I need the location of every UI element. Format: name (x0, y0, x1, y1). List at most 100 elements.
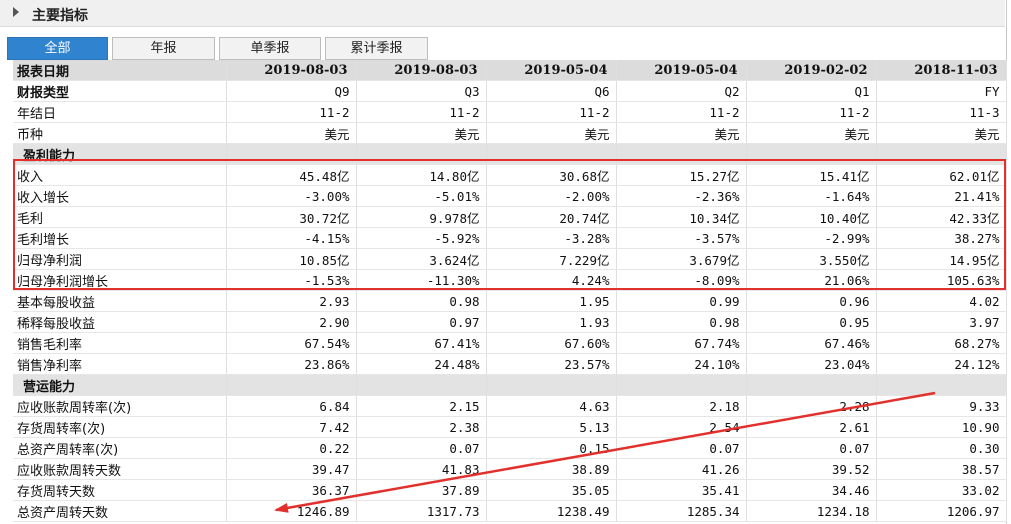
tab-single-quarter[interactable]: 单季报 (219, 37, 321, 60)
table-cell: 2.90 (226, 311, 357, 333)
table-cell: 3.679亿 (616, 248, 747, 270)
table-cell: 0.30 (876, 437, 1007, 459)
table-cell: 6.84 (226, 395, 357, 417)
table-cell: 1285.34 (616, 500, 747, 522)
row-label: 总资产周转率(次) (13, 437, 227, 459)
header-date[interactable]: 2019-08-03 (226, 60, 357, 81)
table-cell (226, 374, 357, 396)
table-cell: -8.09% (616, 269, 747, 291)
table-cell: 美元 (616, 122, 747, 144)
table-cell: 14.95亿 (876, 248, 1007, 270)
row-label: 收入 (13, 164, 227, 186)
table-cell: 1.95 (486, 290, 617, 312)
expand-triangle-icon[interactable] (13, 7, 19, 17)
table-cell (746, 374, 877, 396)
header-date[interactable]: 2018-11-03 (876, 60, 1007, 81)
indicator-table: 报表日期 2019-08-03 2019-08-03 2019-05-04 20… (13, 60, 1007, 522)
table-cell: 4.63 (486, 395, 617, 417)
tab-annual[interactable]: 年报 (112, 37, 215, 60)
table-cell: 24.12% (876, 353, 1007, 375)
header-date[interactable]: 2019-05-04 (486, 60, 617, 81)
table-cell: 67.41% (356, 332, 487, 354)
row-label: 存货周转率(次) (13, 416, 227, 438)
table-cell: Q9 (226, 80, 357, 102)
table-cell: 24.10% (616, 353, 747, 375)
table-cell: 0.98 (356, 290, 487, 312)
row-label: 应收账款周转率(次) (13, 395, 227, 417)
table-cell: 4.02 (876, 290, 1007, 312)
table-cell: 10.40亿 (746, 206, 877, 228)
table-body: 财报类型 Q9 Q3 Q6 Q2 Q1 FY 年结日 11-2 11-2 11-2 11-2 11-2 1… (13, 80, 1007, 522)
table-cell: 2.93 (226, 290, 357, 312)
table-cell: 0.15 (486, 437, 617, 459)
row-label: 年结日 (13, 101, 227, 123)
table-cell: 3.97 (876, 311, 1007, 333)
table-cell: 23.86% (226, 353, 357, 375)
row-label: 毛利 (13, 206, 227, 228)
row-label: 总资产周转天数 (13, 500, 227, 522)
row-label: 稀释每股收益 (13, 311, 227, 333)
table-cell: 21.06% (746, 269, 877, 291)
table-cell: 2.54 (616, 416, 747, 438)
section-header-main-indicators[interactable]: 主要指标 (0, 0, 1005, 27)
table-cell: 美元 (356, 122, 487, 144)
table-cell: 10.34亿 (616, 206, 747, 228)
table-cell: 41.26 (616, 458, 747, 480)
table-cell: 15.41亿 (746, 164, 877, 186)
table-cell: 45.48亿 (226, 164, 357, 186)
row-label: 基本每股收益 (13, 290, 227, 312)
table-cell: 美元 (746, 122, 877, 144)
table-cell: 14.80亿 (356, 164, 487, 186)
table-cell: 38.27% (876, 227, 1007, 249)
table-cell: 20.74亿 (486, 206, 617, 228)
table-cell: FY (876, 80, 1007, 102)
table-cell: -5.92% (356, 227, 487, 249)
table-row: 销售毛利率 67.54% 67.41% 67.60% 67.74% 67.46% 68.27… (13, 332, 1007, 354)
table-cell: 67.46% (746, 332, 877, 354)
table-cell: 39.52 (746, 458, 877, 480)
row-label: 币种 (13, 122, 227, 144)
table-row: 应收账款周转天数 39.47 41.83 38.89 41.26 39.52 38.57 (13, 458, 1007, 480)
header-date[interactable]: 2019-02-02 (746, 60, 877, 81)
table-cell (616, 374, 747, 396)
row-label: 应收账款周转天数 (13, 458, 227, 480)
table-row: 毛利增长 -4.15% -5.92% -3.28% -3.57% -2.99% 38.27% (13, 227, 1007, 249)
table-cell: 36.37 (226, 479, 357, 501)
table-cell: 11-2 (226, 101, 357, 123)
table-cell: -2.00% (486, 185, 617, 207)
table-cell: Q2 (616, 80, 747, 102)
table-cell: 美元 (486, 122, 617, 144)
table-cell: 0.07 (356, 437, 487, 459)
table-cell: 11-2 (356, 101, 487, 123)
table-row: 归母净利润增长 -1.53% -11.30% 4.24% -8.09% 21.06% 105… (13, 269, 1007, 291)
table-cell: -2.99% (746, 227, 877, 249)
table-row: 币种 美元 美元 美元 美元 美元 美元 (13, 122, 1007, 144)
table-cell: -4.15% (226, 227, 357, 249)
table-cell: -3.57% (616, 227, 747, 249)
header-label: 报表日期 (13, 60, 227, 81)
indicator-table-wrap: 报表日期 2019-08-03 2019-08-03 2019-05-04 20… (13, 60, 1007, 522)
table-row: 毛利 30.72亿 9.978亿 20.74亿 10.34亿 10.40亿 42.33亿 (13, 206, 1007, 228)
table-cell: 美元 (226, 122, 357, 144)
table-cell: 4.24% (486, 269, 617, 291)
table-cell: 美元 (876, 122, 1007, 144)
table-row: 总资产周转率(次) 0.22 0.07 0.15 0.07 0.07 0.30 (13, 437, 1007, 459)
table-cell: 3.550亿 (746, 248, 877, 270)
table-cell: 42.33亿 (876, 206, 1007, 228)
table-cell: 0.07 (746, 437, 877, 459)
table-cell: 1234.18 (746, 500, 877, 522)
table-row: 存货周转天数 36.37 37.89 35.05 35.41 34.46 33.02 (13, 479, 1007, 501)
table-cell (876, 374, 1007, 396)
table-cell: 1206.97 (876, 500, 1007, 522)
row-label: 归母净利润增长 (13, 269, 227, 291)
header-date[interactable]: 2019-05-04 (616, 60, 747, 81)
tab-cumulative-quarter[interactable]: 累计季报 (325, 37, 428, 60)
table-row: 存货周转率(次) 7.42 2.38 5.13 2.54 2.61 10.90 (13, 416, 1007, 438)
table-cell: 0.22 (226, 437, 357, 459)
table-cell: -11.30% (356, 269, 487, 291)
row-label: 毛利增长 (13, 227, 227, 249)
tab-all[interactable]: 全部 (7, 37, 108, 60)
table-cell: Q1 (746, 80, 877, 102)
table-cell: 10.85亿 (226, 248, 357, 270)
header-date[interactable]: 2019-08-03 (356, 60, 487, 81)
